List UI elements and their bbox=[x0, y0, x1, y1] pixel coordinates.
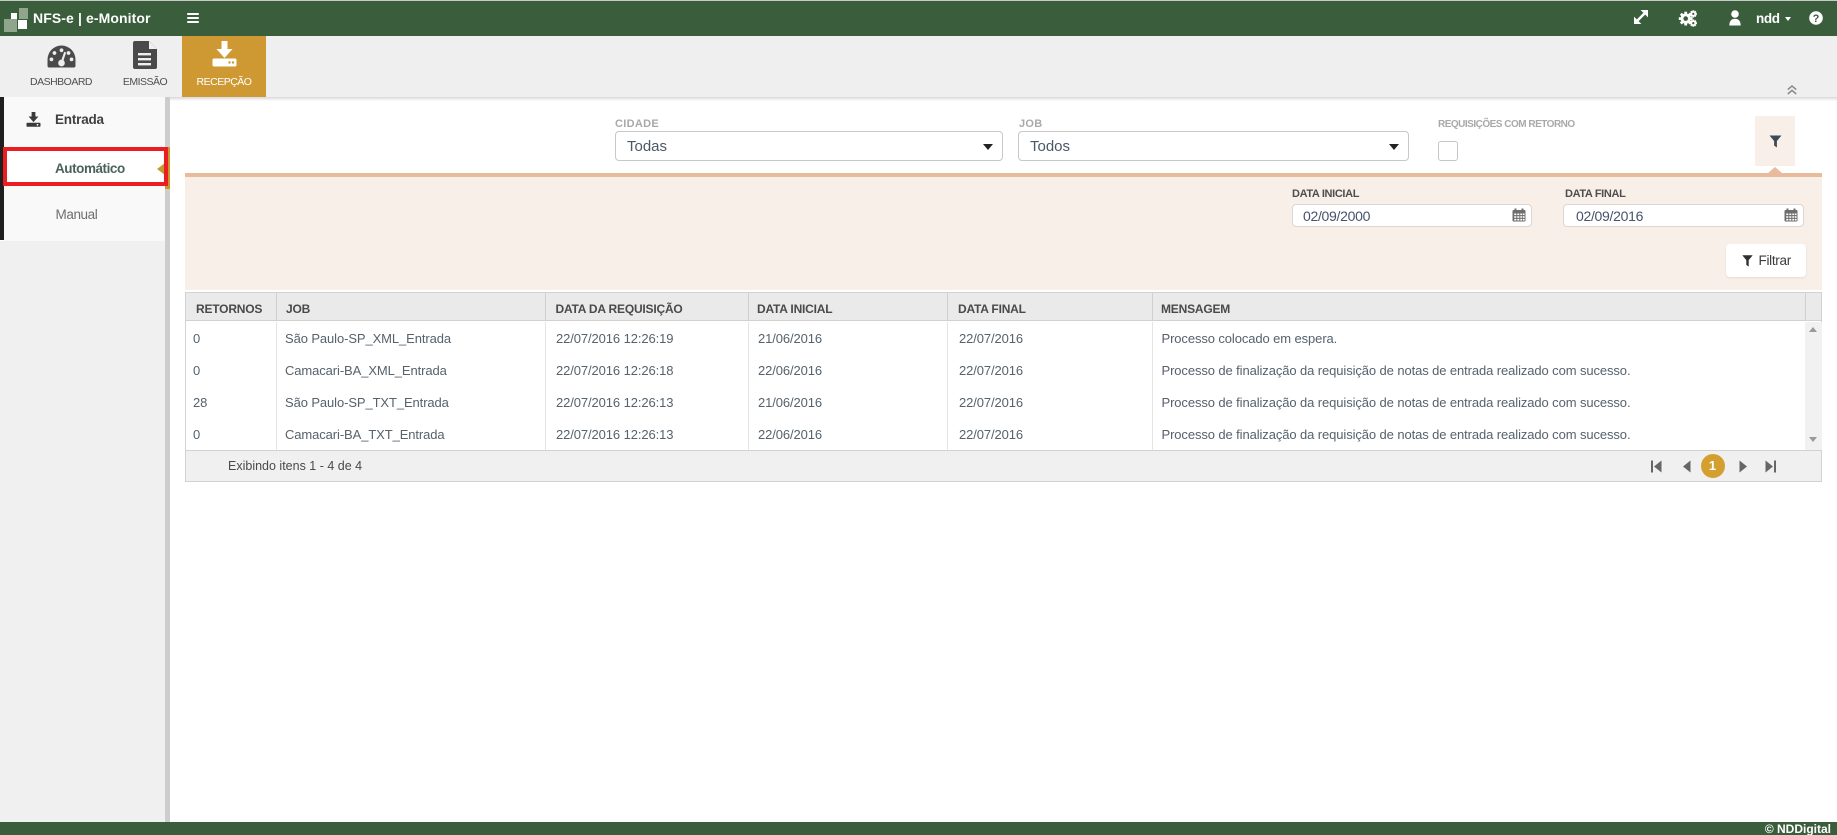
svg-text:?: ? bbox=[1812, 13, 1819, 25]
